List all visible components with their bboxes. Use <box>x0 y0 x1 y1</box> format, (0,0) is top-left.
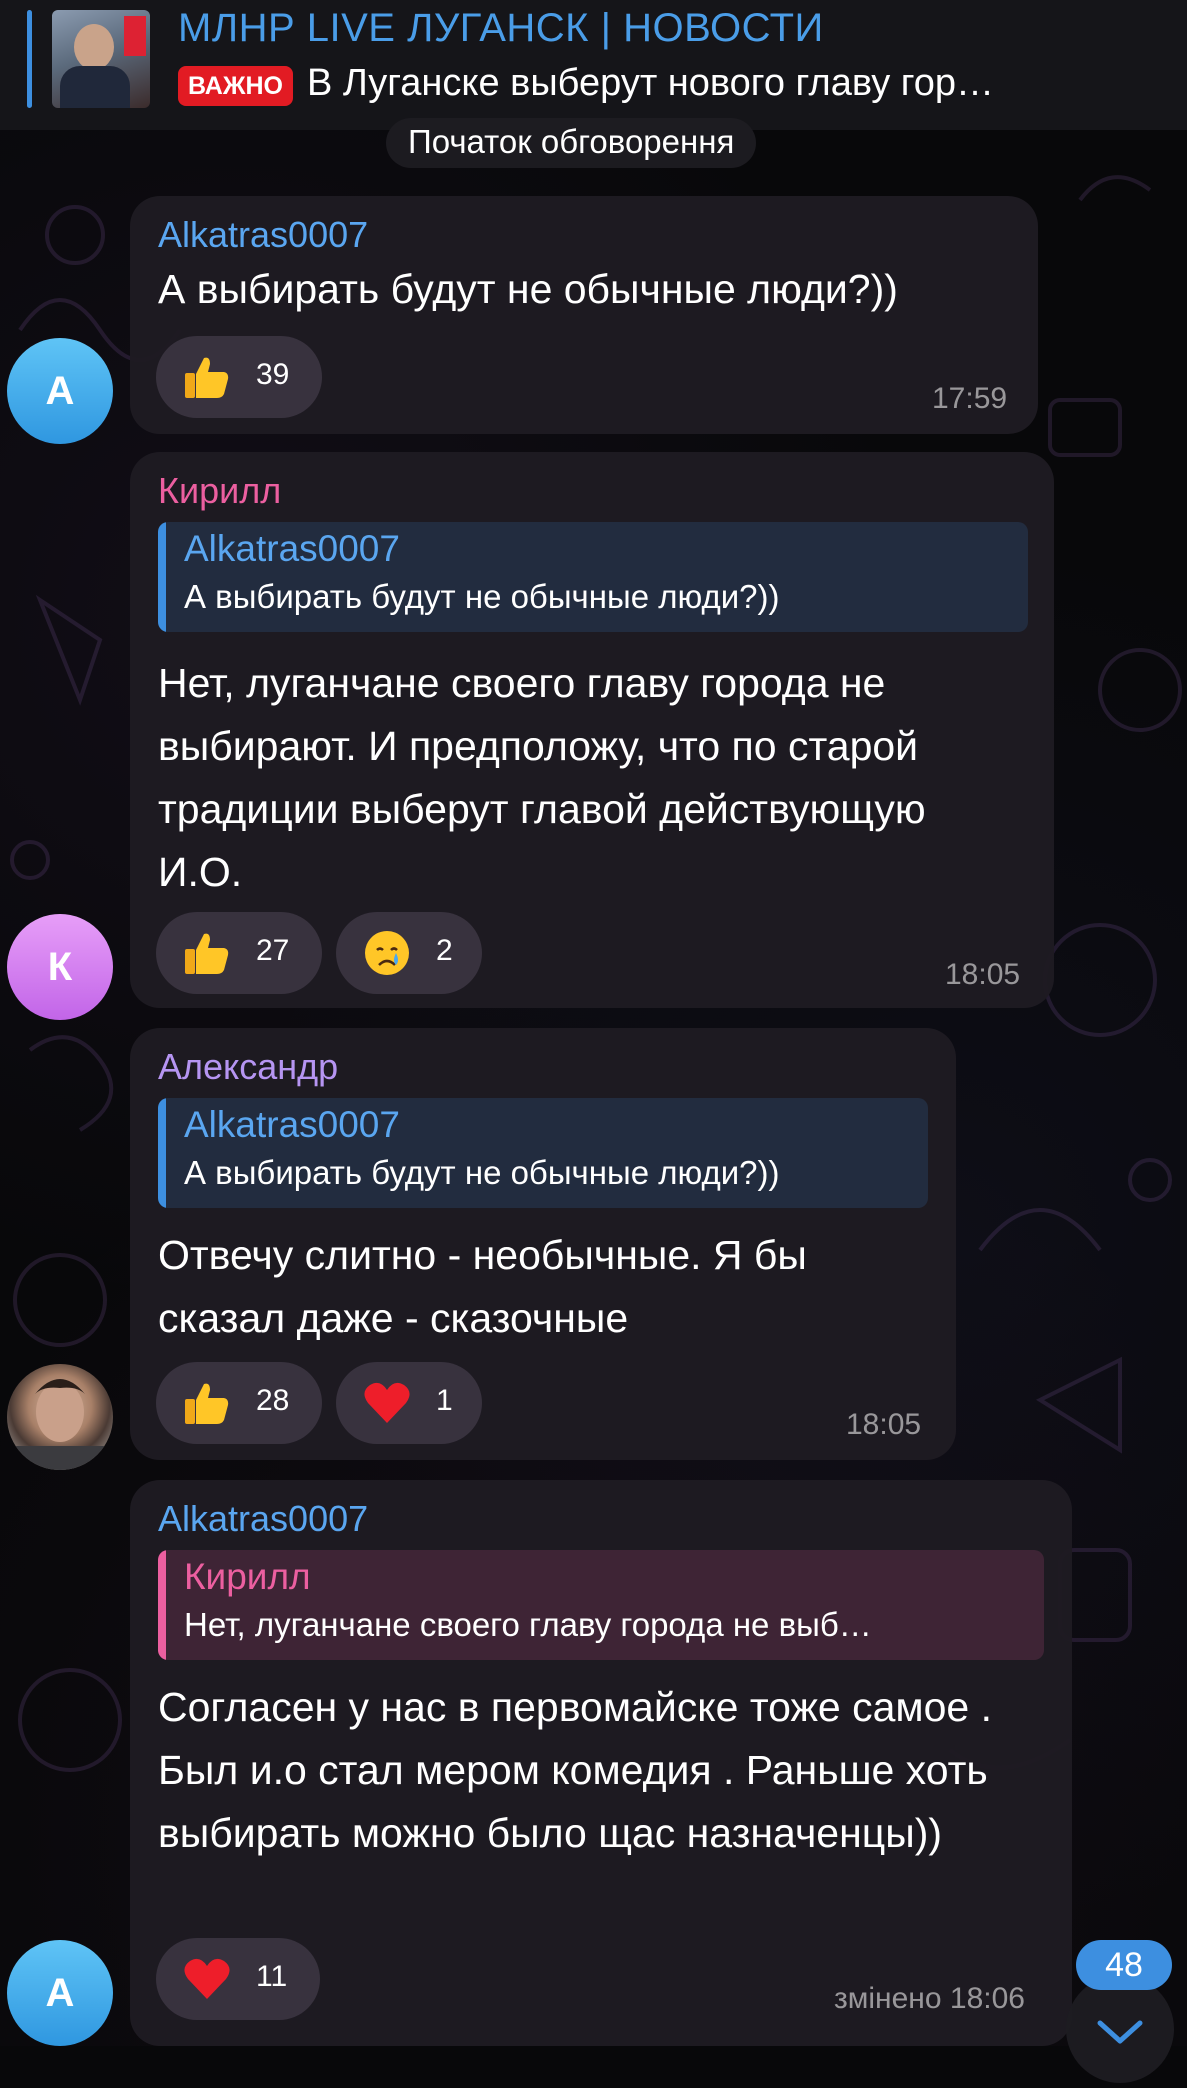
reaction-count: 39 <box>256 358 290 391</box>
message-time: змінено 18:06 <box>834 1982 1025 2015</box>
reply-author: Alkatras0007 <box>184 528 400 569</box>
reply-author: Кирилл <box>184 1556 311 1597</box>
important-badge: ВАЖНО <box>178 66 293 106</box>
reaction-heart[interactable]: 11 <box>156 1938 320 2020</box>
thumbs-up-icon <box>185 1383 229 1424</box>
message-text: Отвечу слитно - необычные. Я бы сказал д… <box>158 1232 807 1341</box>
message-bubble[interactable]: Александр Alkatras0007 А выбирать будут … <box>130 1028 956 1460</box>
message-author[interactable]: Александр <box>158 1046 338 1088</box>
pinned-message-bar[interactable]: МЛНР LIVE ЛУГАНСК | НОВОСТИ ВАЖНО В Луга… <box>0 0 1187 130</box>
message-time: 17:59 <box>932 382 1008 415</box>
reply-quote[interactable]: Alkatras0007 А выбирать будут не обычные… <box>158 1098 928 1208</box>
reaction-count: 2 <box>436 934 453 967</box>
reply-text: А выбирать будут не обычные люди?)) <box>184 1154 780 1191</box>
thumbs-up-icon <box>185 933 229 974</box>
thumbs-up-icon <box>185 357 229 398</box>
message-author[interactable]: Alkatras0007 <box>158 214 368 256</box>
reaction-thumbs-up[interactable]: 28 <box>156 1362 322 1444</box>
red-heart-icon <box>184 1958 230 1999</box>
message-author[interactable]: Alkatras0007 <box>158 1498 368 1540</box>
reply-text: Нет, луганчане своего главу города не вы… <box>184 1606 872 1643</box>
reaction-count: 27 <box>256 934 290 967</box>
message-bubble[interactable]: Кирилл Alkatras0007 А выбирать будут не … <box>130 452 1054 1008</box>
unread-count-badge: 48 <box>1076 1940 1172 1990</box>
user-photo-icon <box>7 1379 113 1470</box>
reaction-thumbs-up[interactable]: 39 <box>156 336 322 418</box>
channel-title: МЛНР LIVE ЛУГАНСК | НОВОСТИ <box>178 6 824 50</box>
reaction-count: 11 <box>256 1960 288 1993</box>
message-text: А выбирать будут не обычные люди?)) <box>158 266 898 312</box>
scroll-down-button[interactable] <box>1066 1975 1174 2083</box>
message-time: 18:05 <box>945 958 1021 991</box>
reaction-thumbs-up[interactable]: 27 <box>156 912 322 994</box>
discussion-start-label: Початок обговорення <box>386 118 757 168</box>
pinned-thumbnail <box>52 10 150 108</box>
avatar[interactable] <box>7 1364 113 1470</box>
avatar[interactable]: К <box>7 914 113 1020</box>
message-time: 18:05 <box>846 1408 922 1441</box>
message-text: Нет, луганчане своего главу города не вы… <box>158 660 926 895</box>
pinned-indicator <box>27 10 32 108</box>
avatar[interactable]: А <box>7 338 113 444</box>
reply-author: Alkatras0007 <box>184 1104 400 1145</box>
message-author[interactable]: Кирилл <box>158 470 281 512</box>
red-heart-icon <box>364 1382 410 1423</box>
reply-quote[interactable]: Alkatras0007 А выбирать будут не обычные… <box>158 522 1028 632</box>
message-bubble[interactable]: Alkatras0007 А выбирать будут не обычные… <box>130 196 1038 434</box>
crying-face-icon <box>365 931 409 975</box>
reply-quote[interactable]: Кирилл Нет, луганчане своего главу город… <box>158 1550 1044 1660</box>
reply-text: А выбирать будут не обычные люди?)) <box>184 578 780 615</box>
reaction-heart[interactable]: 1 <box>336 1362 482 1444</box>
message-text: Согласен у нас в первомайске тоже самое … <box>158 1684 992 1856</box>
message-bubble[interactable]: Alkatras0007 Кирилл Нет, луганчане своег… <box>130 1480 1072 2046</box>
chevron-down-icon <box>1097 2020 1143 2044</box>
avatar[interactable]: А <box>7 1940 113 2046</box>
reaction-count: 1 <box>436 1384 453 1417</box>
pinned-preview: В Луганске выберут нового главу гор… <box>307 62 995 104</box>
reaction-count: 28 <box>256 1384 290 1417</box>
reaction-crying[interactable]: 2 <box>336 912 482 994</box>
